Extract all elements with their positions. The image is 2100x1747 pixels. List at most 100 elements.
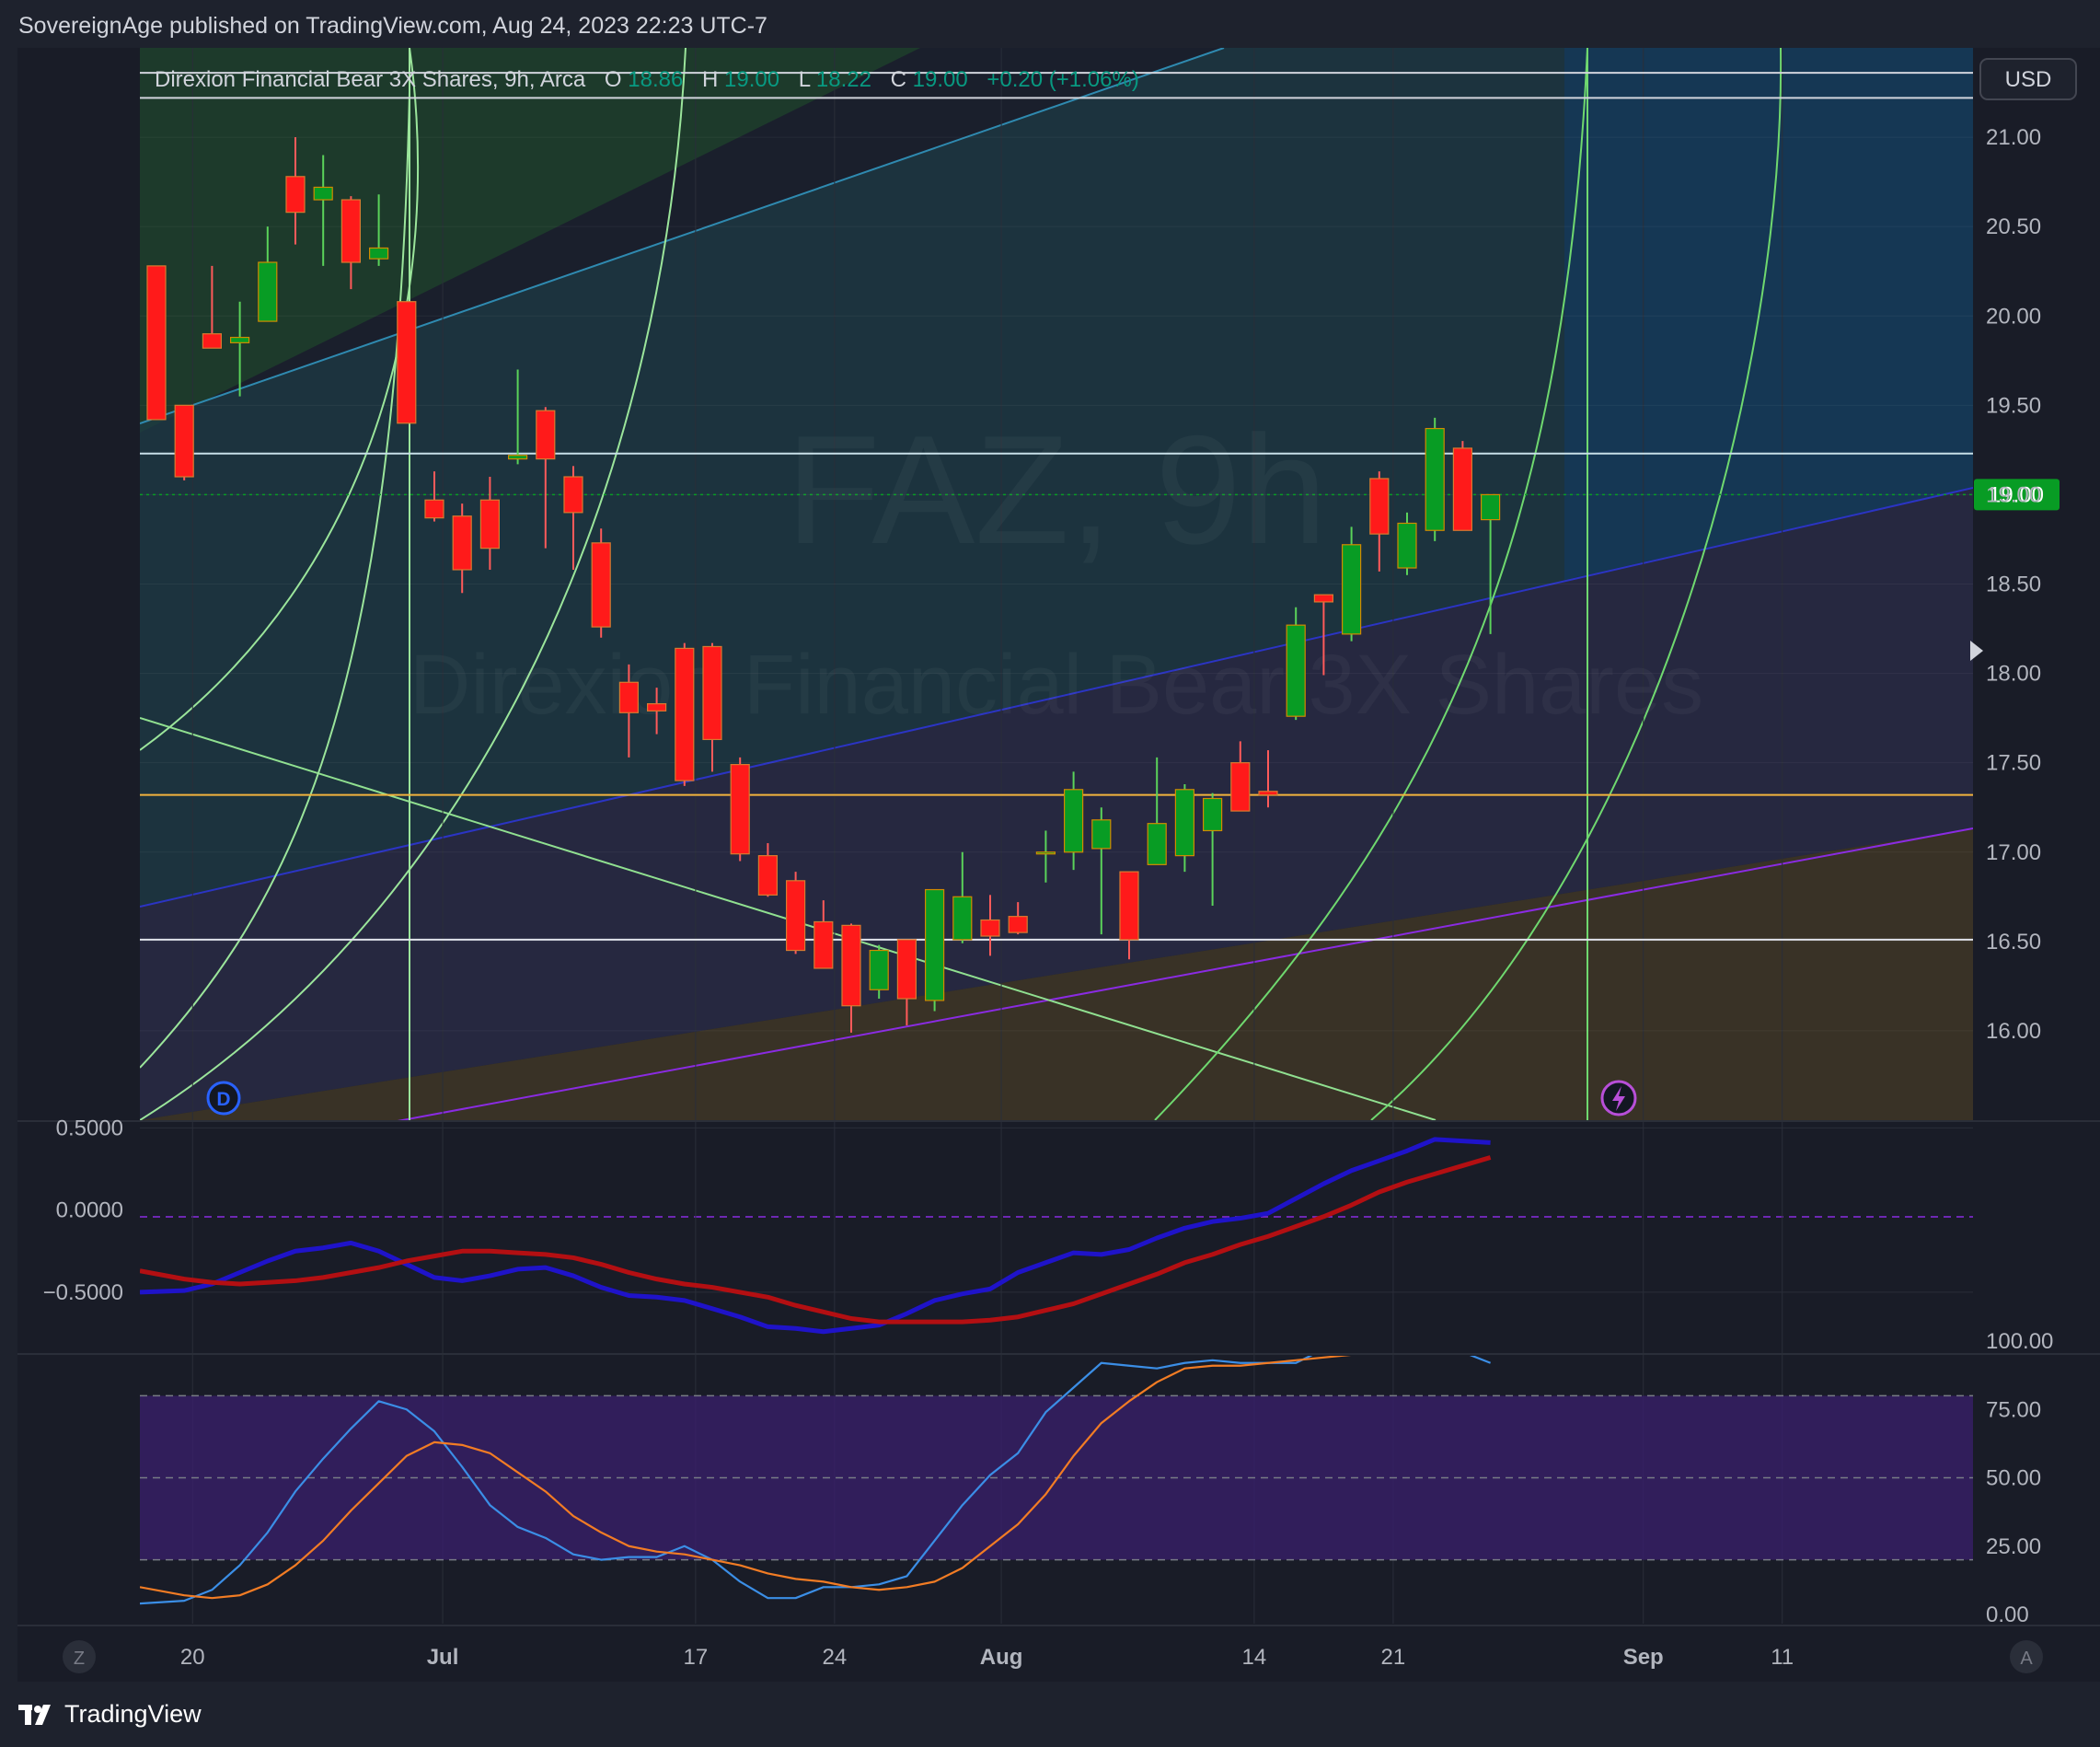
stochastic-axis-tick-label: 100.00 [1986,1329,2053,1354]
price-axis-tick-label: 21.00 [1986,125,2041,150]
candle-body [452,515,472,571]
tradingview-logo-icon [18,1704,51,1725]
stochastic-axis-tick-label: 0.00 [1986,1602,2029,1627]
lightning-event-icon[interactable] [1600,1080,1637,1116]
x-axis-tick-label: 24 [823,1645,848,1670]
legend-low-value: 18.22 [816,67,871,92]
candle-body [757,855,779,896]
candle-body [1397,522,1417,569]
watermark-symbol: FAZ, 9h [786,403,1327,576]
x-axis-tick-label: 21 [1381,1645,1406,1670]
auto-scale-button[interactable]: A [2010,1640,2043,1673]
price-axis-tick-label: 16.00 [1986,1019,2041,1044]
legend-high-value: 19.00 [724,67,779,92]
candle [174,404,194,480]
macd-axis-tick-label: 0.0000 [56,1198,123,1223]
price-axis-tick-label: 19.50 [1986,393,2041,418]
auto-scale-button-label: A [2020,1649,2033,1669]
footer: TradingView [0,1689,2100,1747]
zoom-button-label: Z [74,1649,85,1669]
candle-body [702,645,722,741]
candle-body [258,261,278,322]
tradingview-logo[interactable]: TradingView [18,1700,202,1729]
x-axis-tick-label: Jul [427,1645,459,1670]
legend-open-value: 18.86 [628,67,683,92]
candle-body [397,301,417,424]
stochastic-axis-tick-label: 75.00 [1986,1397,2041,1422]
macd-pane [140,1123,1973,1353]
legend-symbol-name: Direxion Financial Bear 3X Shares, 9h, A… [155,67,586,92]
candle-body [1119,871,1139,941]
candle-body [1202,797,1223,832]
candle-body [313,186,333,201]
price-axis-tick-label: 20.00 [1986,304,2041,329]
price-axis-tick-label: 17.00 [1986,840,2041,865]
candle-body [924,888,945,1001]
price-axis-tick-label: 16.50 [1986,930,2041,954]
candle [397,301,417,424]
zoom-button[interactable]: Z [63,1640,96,1673]
svg-text:Direxion Financial Bear 3X Sha: Direxion Financial Bear 3X Shares, 9h, A… [155,67,1139,92]
candle-body [1091,819,1112,850]
x-axis-tick-label: 17 [684,1645,709,1670]
candle-body [536,410,556,460]
candle-body [1286,624,1306,717]
currency-label: USD [2005,67,2052,92]
candle-body [1341,544,1362,635]
price-axis-tick-label: 20.50 [1986,214,2041,239]
candle-body [869,949,889,990]
candle-body [1230,762,1251,812]
price-axis-tick-label: 18.50 [1986,573,2041,597]
candle-body [507,455,528,460]
candle-body [1452,447,1473,531]
watermark-name: Direxion Financial Bear 3X Shares [410,638,1703,732]
candle-body [785,880,806,952]
legend-open-label: O [605,67,622,92]
candle-body [1369,478,1390,535]
candle-body [841,924,861,1007]
candle-body [369,247,389,260]
x-axis-tick-label: Aug [980,1645,1023,1670]
candle-body [1425,427,1445,531]
symbol-legend[interactable]: Direxion Financial Bear 3X Shares, 9h, A… [155,67,1139,92]
x-axis-tick-label: 20 [180,1645,205,1670]
currency-button[interactable]: USD [1979,58,2077,100]
candle-body [952,896,973,941]
drawing-layer [140,48,1973,1120]
candle-body [230,336,250,343]
candle [146,265,167,421]
candle [675,642,695,786]
legend-change: +0.20 (+1.06%) [987,67,1138,92]
candle-body [675,647,695,781]
candle-body [1313,594,1334,603]
legend-high-label: H [702,67,718,92]
candle-body [1174,789,1195,857]
candle-body [563,476,583,514]
price-axis-tick-label: 17.50 [1986,751,2041,776]
candle-body [730,764,750,855]
candle-body [896,939,917,1000]
candle-body [479,499,501,550]
candle-body [646,702,667,712]
tradingview-brand-text: TradingView [64,1700,202,1728]
candle-body [285,176,306,214]
candle-body [424,499,444,519]
candle-body [1035,851,1056,855]
candle-body [813,920,834,969]
price-axis-tick-label: 19.00 [1986,482,2041,507]
x-axis-tick-label: 14 [1242,1645,1267,1670]
macd-axis-tick-label: 0.5000 [56,1116,123,1140]
macd-pane-bg [140,1123,1973,1353]
chart-area[interactable]: FAZ, 9h Direxion Financial Bear 3X Share… [0,0,2100,1747]
stochastic-axis-tick-label: 50.00 [1986,1466,2041,1491]
dividend-marker[interactable]: D [206,1081,241,1116]
candle [924,888,945,1012]
candle [1425,417,1445,541]
x-axis-tick-label: Sep [1623,1645,1664,1670]
candle-body [980,919,1000,937]
candle-body [1480,493,1501,521]
candle-body [1147,823,1167,865]
candle-body [1258,791,1278,796]
legend-close-label: C [891,67,906,92]
candle-body [340,199,361,263]
